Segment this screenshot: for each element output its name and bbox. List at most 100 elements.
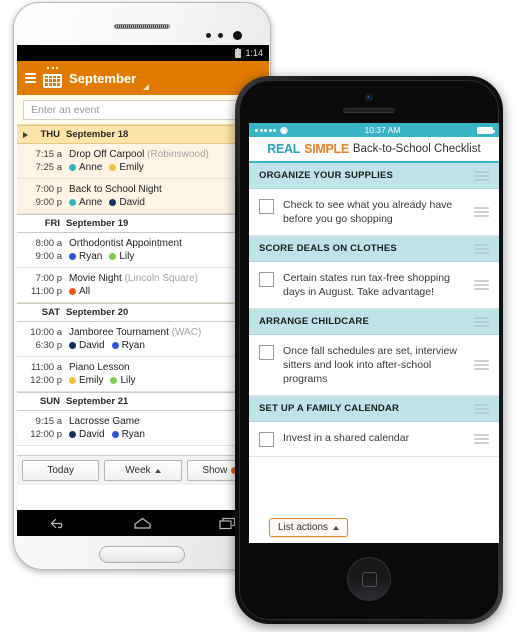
recent-apps-icon[interactable]: [219, 517, 236, 530]
event-times: 7:15 a 7:25 a: [17, 148, 69, 174]
week-button[interactable]: Week: [104, 460, 182, 481]
battery-icon: [235, 47, 242, 58]
today-button-label: Today: [47, 465, 74, 476]
chevron-down-icon[interactable]: [143, 84, 150, 90]
event-title-text: Back to School Night: [69, 184, 162, 195]
event-body: Jamboree Tournament (WAC) David Ryan: [69, 326, 263, 352]
event-attendees: Emily Lily: [69, 374, 263, 387]
checklist-item-text: Once fall schedules are set, interview s…: [283, 345, 457, 385]
event-end-time: 7:25 a: [35, 162, 62, 173]
list-actions-button[interactable]: List actions: [269, 518, 349, 537]
android-phone-device: 1:14 September Enter an event THU Septemb…: [13, 2, 271, 570]
event-body: Movie Night (Lincoln Square) All: [69, 272, 263, 298]
earpiece-speaker: [114, 24, 170, 29]
event-start-time: 8:00 a: [35, 238, 62, 249]
event-times: 11:00 a 12:00 p: [17, 361, 69, 387]
day-header[interactable]: SUN September 21: [17, 392, 269, 411]
event-start-time: 10:00 a: [30, 327, 62, 338]
attendee-color-dot-icon: [109, 253, 117, 260]
event-times: 10:00 a 6:30 p: [17, 326, 69, 352]
hamburger-menu-icon[interactable]: [25, 73, 36, 83]
attendee-color-dot-icon: [109, 199, 117, 206]
event-attendees: Anne Emily: [69, 161, 263, 174]
calendar-icon[interactable]: [43, 66, 62, 88]
checklist-item-text: Check to see what you already have befor…: [283, 199, 453, 225]
physical-home-button[interactable]: [99, 545, 185, 563]
drag-handle-wrap: [474, 360, 489, 370]
drag-handle-icon[interactable]: [474, 207, 489, 217]
home-button[interactable]: [347, 557, 391, 601]
attendee-color-dot-icon: [111, 431, 119, 438]
event-attendees: Anne David: [69, 196, 263, 209]
event-input[interactable]: Enter an event: [23, 100, 263, 120]
day-abbreviation: SUN: [39, 396, 60, 407]
attendee-color-dot-icon: [69, 377, 76, 384]
attendee-color-dot-icon: [69, 253, 76, 260]
attendee-color-dot-icon: [109, 164, 117, 171]
back-arrow-icon[interactable]: [50, 517, 67, 530]
day-abbreviation: FRI: [44, 218, 60, 229]
event-row[interactable]: 10:00 a 6:30 p Jamboree Tournament (WAC) Da…: [17, 322, 269, 357]
section-header[interactable]: SET UP A FAMILY CALENDAR: [249, 396, 499, 422]
attendee-name: Anne: [79, 162, 103, 173]
event-location: (Robinswood): [144, 149, 209, 160]
event-row[interactable]: 9:15 a 12:00 p Lacrosse Game David Ryan: [17, 411, 269, 446]
checklist-checkbox[interactable]: [259, 272, 274, 287]
event-title-text: Drop Off Carpool: [69, 149, 145, 160]
day-header[interactable]: THU September 18: [17, 125, 269, 144]
week-button-label: Week: [125, 465, 151, 476]
front-camera-icon: [233, 31, 242, 40]
android-event-list[interactable]: THU September 18 7:15 a 7:25 a Drop Off Carp…: [17, 125, 269, 455]
drag-handle-icon[interactable]: [474, 434, 489, 444]
drag-handle-wrap: [474, 207, 489, 217]
drag-handle-icon[interactable]: [474, 316, 489, 327]
checklist-item[interactable]: Invest in a shared calendar: [249, 422, 499, 457]
event-row[interactable]: 8:00 a 9:00 a Orthodontist Appointment Ryan…: [17, 233, 269, 268]
event-row[interactable]: 7:00 p 11:00 p Movie Night (Lincoln Square…: [17, 268, 269, 303]
drag-handle-icon[interactable]: [474, 360, 489, 370]
checklist-item[interactable]: Certain states run tax-free shopping day…: [249, 262, 499, 309]
android-status-time: 1:14: [245, 48, 263, 58]
event-body: Back to School Night Anne David: [69, 183, 263, 209]
day-header[interactable]: SAT September 20: [17, 303, 269, 322]
event-end-time: 6:30 p: [35, 340, 62, 351]
android-top-bezel: [14, 3, 270, 45]
section-heading-label: SET UP A FAMILY CALENDAR: [259, 403, 400, 414]
drag-handle-icon[interactable]: [474, 280, 489, 290]
today-button[interactable]: Today: [22, 460, 100, 481]
day-header[interactable]: FRI September 19: [17, 214, 269, 233]
attendee-color-dot-icon: [111, 342, 119, 349]
checklist-item[interactable]: Check to see what you already have befor…: [249, 189, 499, 236]
drag-handle-icon[interactable]: [474, 170, 489, 181]
event-row[interactable]: 7:15 a 7:25 a Drop Off Carpool (Robinswood…: [17, 144, 269, 179]
section-header[interactable]: ORGANIZE YOUR SUPPLIES: [249, 163, 499, 189]
event-row[interactable]: 7:00 p 9:00 p Back to School Night Anne Davi…: [17, 179, 269, 214]
checklist-checkbox[interactable]: [259, 432, 274, 447]
event-attendees: David Ryan: [69, 339, 263, 352]
section-header[interactable]: ARRANGE CHILDCARE: [249, 309, 499, 335]
android-button-bar: Today Week Show: [17, 455, 269, 485]
checklist-checkbox[interactable]: [259, 345, 274, 360]
event-end-time: 12:00 p: [30, 375, 62, 386]
home-icon[interactable]: [133, 517, 152, 530]
brand-simple-text: SIMPLE: [304, 142, 349, 156]
drag-handle-wrap: [474, 434, 489, 444]
day-abbreviation: THU: [40, 129, 60, 140]
checklist-body[interactable]: ORGANIZE YOUR SUPPLIES Check to see what …: [249, 163, 499, 543]
section-header[interactable]: SCORE DEALS ON CLOTHES: [249, 236, 499, 262]
checklist-item[interactable]: Once fall schedules are set, interview s…: [249, 335, 499, 396]
event-start-time: 7:15 a: [35, 149, 62, 160]
day-date: September 21: [66, 396, 129, 407]
attendee-color-dot-icon: [69, 164, 76, 171]
android-screen: 1:14 September Enter an event THU Septemb…: [17, 45, 269, 510]
attendee-name: Ryan: [121, 340, 145, 351]
event-title: Back to School Night: [69, 183, 263, 196]
event-location: (Lincoln Square): [121, 273, 198, 284]
event-title-text: Orthodontist Appointment: [69, 238, 182, 249]
event-body: Drop Off Carpool (Robinswood) Anne Emily: [69, 148, 263, 174]
event-row[interactable]: 11:00 a 12:00 p Piano Lesson Emily Lily: [17, 357, 269, 392]
event-start-time: 7:00 p: [35, 273, 62, 284]
drag-handle-icon[interactable]: [474, 243, 489, 254]
drag-handle-icon[interactable]: [474, 403, 489, 414]
checklist-checkbox[interactable]: [259, 199, 274, 214]
